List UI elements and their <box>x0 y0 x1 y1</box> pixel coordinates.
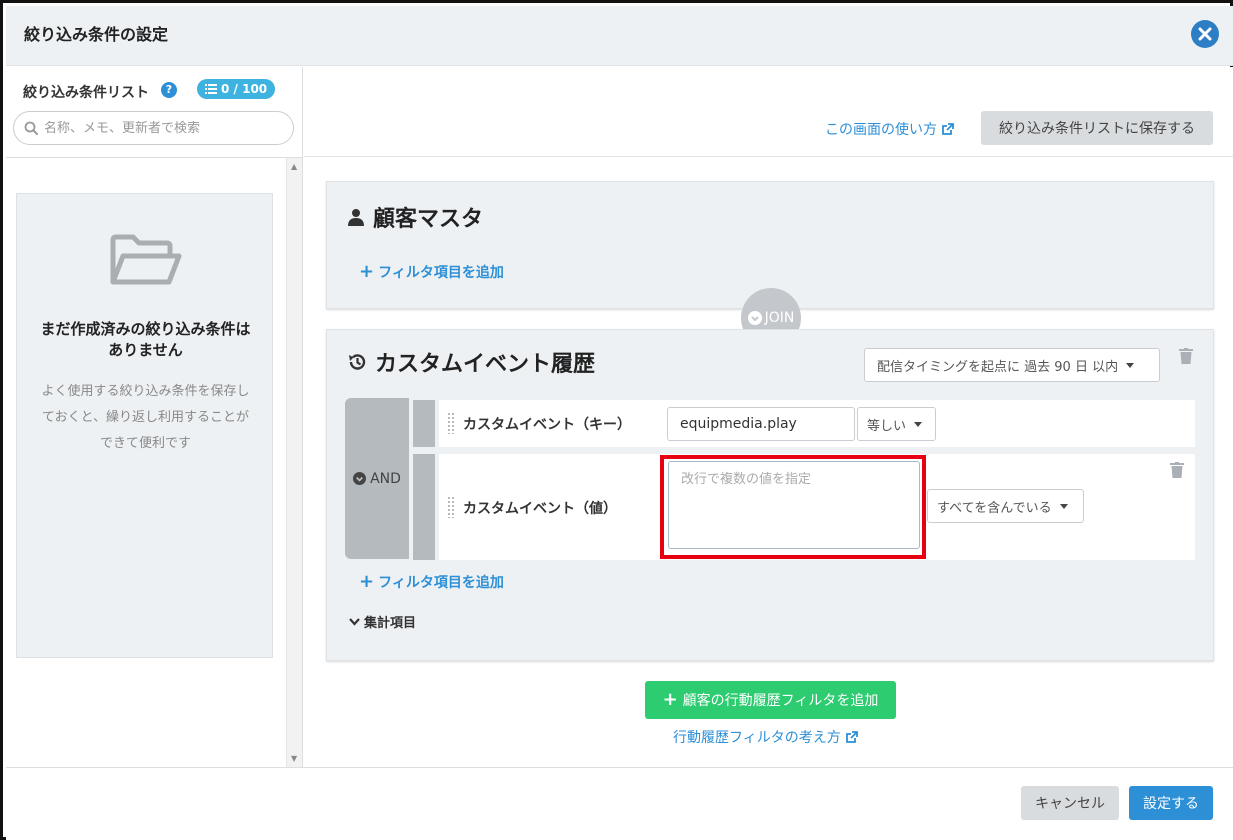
and-toggle[interactable]: AND <box>345 398 409 559</box>
plus-icon: + <box>359 261 375 282</box>
cancel-button[interactable]: キャンセル <box>1021 786 1119 820</box>
master-add-filter-link[interactable]: + フィルタ項目を追加 <box>359 262 504 282</box>
aggregate-toggle[interactable]: 集計項目 <box>349 612 416 631</box>
sidebar-title: 絞り込み条件リスト <box>23 85 149 101</box>
and-label: AND <box>370 470 401 487</box>
count-badge: 0 / 100 <box>197 79 276 99</box>
event-add-filter-link[interactable]: + フィルタ項目を追加 <box>359 572 504 592</box>
aggregate-label: 集計項目 <box>364 616 417 631</box>
row-connector <box>413 400 435 447</box>
search-icon <box>24 121 38 135</box>
chevron-down-circle-icon <box>747 311 762 325</box>
plus-icon: + <box>359 571 375 592</box>
empty-state-description: よく使用する絞り込み条件を保存しておくと、繰り返し利用することができて便利です <box>41 384 250 451</box>
howto-link-text: この画面の使い方 <box>825 122 937 138</box>
value-operator-value: すべてを含んでいる <box>937 500 1052 516</box>
highlight-box <box>660 455 926 559</box>
join-label: JOIN <box>764 310 795 326</box>
row-connector <box>413 454 435 560</box>
empty-state-panel: まだ作成済みの絞り込み条件はありません よく使用する絞り込み条件を保存しておくと… <box>16 193 273 658</box>
user-icon <box>348 209 364 226</box>
dialog-title: 絞り込み条件の設定 <box>24 25 169 44</box>
event-add-filter-text: フィルタ項目を追加 <box>378 575 504 591</box>
caret-down-icon <box>1126 362 1135 368</box>
drag-handle-icon[interactable] <box>447 412 455 434</box>
external-link-icon <box>845 730 858 743</box>
howto-link[interactable]: この画面の使い方 <box>825 119 954 139</box>
customer-master-title: 顧客マスタ <box>347 201 483 233</box>
empty-state-title: まだ作成済みの絞り込み条件はありません <box>40 320 251 359</box>
custom-event-title-text: カスタムイベント履歴 <box>375 352 596 377</box>
close-icon <box>1198 27 1212 41</box>
history-icon <box>349 354 366 370</box>
timing-select-value: 配信タイミングを起点に 過去 90 日 以内 <box>877 359 1119 375</box>
timing-select[interactable]: 配信タイミングを起点に 過去 90 日 以内 <box>864 348 1160 382</box>
main-toolbar: この画面の使い方 絞り込み条件リストに保存する <box>304 67 1233 157</box>
custom-event-title: カスタムイベント履歴 <box>347 346 595 378</box>
concept-link-text: 行動履歴フィルタの考え方 <box>673 730 841 746</box>
drag-handle-icon[interactable] <box>447 496 455 518</box>
scroll-down-arrow-icon[interactable]: ▼ <box>291 754 297 763</box>
filter-row-label: カスタムイベント（キー） <box>463 417 631 433</box>
count-badge-text: 0 / 100 <box>221 82 268 96</box>
dialog-frame: 絞り込み条件の設定 絞り込み条件リスト ? 0 / 100 名称、メモ、更新者で… <box>0 0 1233 840</box>
behavior-filter-concept-link[interactable]: 行動履歴フィルタの考え方 <box>673 727 858 747</box>
help-icon[interactable]: ? <box>161 82 177 98</box>
master-add-filter-text: フィルタ項目を追加 <box>378 265 504 281</box>
key-operator-value: 等しい <box>867 418 907 434</box>
main-panel: この画面の使い方 絞り込み条件リストに保存する 顧客マスタ + フィルタ項目を追… <box>304 67 1233 767</box>
search-input[interactable] <box>44 120 274 136</box>
search-box[interactable] <box>13 111 294 145</box>
external-link-icon <box>942 122 954 135</box>
event-key-input[interactable]: equipmedia.play <box>667 407 855 441</box>
dialog-header: 絞り込み条件の設定 <box>6 6 1233 66</box>
sidebar-divider <box>6 157 302 158</box>
plus-icon: + <box>662 689 678 710</box>
chevron-down-icon <box>349 617 360 626</box>
close-button[interactable] <box>1191 20 1219 48</box>
caret-down-icon <box>914 421 923 427</box>
dialog-footer: キャンセル 設定する <box>6 767 1233 840</box>
filter-row-label: カスタムイベント（値） <box>463 501 617 517</box>
folder-open-icon <box>110 234 182 285</box>
chevron-down-circle-icon <box>353 472 367 485</box>
save-to-list-button[interactable]: 絞り込み条件リストに保存する <box>981 111 1213 145</box>
filter-list-sidebar: 絞り込み条件リスト ? 0 / 100 まだ作成済みの絞り込み条件はありません <box>6 67 303 767</box>
apply-button[interactable]: 設定する <box>1129 786 1213 820</box>
value-operator-select[interactable]: すべてを含んでいる <box>927 489 1084 523</box>
caret-down-icon <box>1059 503 1068 509</box>
list-icon <box>205 84 217 94</box>
key-operator-select[interactable]: 等しい <box>857 407 936 441</box>
trash-icon[interactable] <box>1170 462 1184 478</box>
scroll-up-arrow-icon[interactable]: ▲ <box>291 162 297 171</box>
add-behavior-filter-text: 顧客の行動履歴フィルタを追加 <box>682 693 879 709</box>
customer-master-title-text: 顧客マスタ <box>373 207 484 232</box>
sidebar-scrollbar[interactable]: ▲ ▼ <box>286 158 302 767</box>
add-behavior-filter-button[interactable]: + 顧客の行動履歴フィルタを追加 <box>645 681 896 719</box>
trash-icon[interactable] <box>1179 348 1193 364</box>
